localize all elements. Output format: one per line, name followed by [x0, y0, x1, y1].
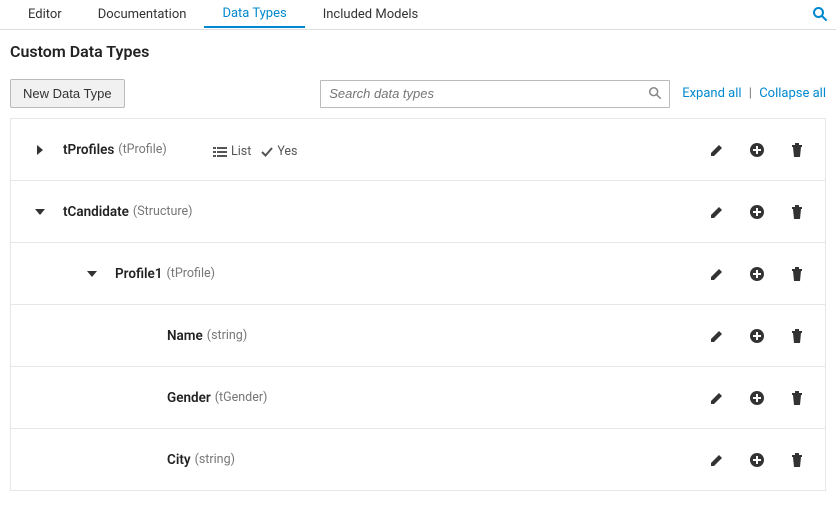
row-actions	[709, 142, 805, 158]
page-title: Custom Data Types	[10, 42, 826, 61]
edit-icon[interactable]	[709, 452, 725, 468]
type-paren: (string)	[195, 452, 235, 467]
toolbar: New Data Type Expand all | Collapse all	[10, 79, 826, 108]
delete-icon[interactable]	[789, 266, 805, 282]
row-actions	[709, 328, 805, 344]
global-search-icon[interactable]	[812, 6, 828, 22]
expand-all-link[interactable]: Expand all	[682, 86, 741, 101]
search-icon[interactable]	[648, 86, 662, 100]
data-type-row: Gender (tGender)	[11, 367, 825, 429]
tab-included-models[interactable]: Included Models	[305, 2, 437, 27]
edit-icon[interactable]	[709, 204, 725, 220]
data-type-row: City (string)	[11, 429, 825, 491]
page-body: Custom Data Types New Data Type Expand a…	[0, 30, 836, 503]
separator: |	[749, 86, 752, 101]
extra-list-label: List	[231, 144, 251, 159]
add-icon[interactable]	[749, 204, 765, 220]
type-name: tCandidate	[63, 204, 129, 220]
tab-editor[interactable]: Editor	[10, 2, 80, 27]
type-paren: (string)	[207, 328, 247, 343]
edit-icon[interactable]	[709, 328, 725, 344]
data-type-row: Profile1 (tProfile)	[11, 243, 825, 305]
add-icon[interactable]	[749, 142, 765, 158]
type-name: Gender	[167, 390, 211, 406]
expand-collapse-group: Expand all | Collapse all	[682, 86, 826, 101]
data-type-row: tCandidate (Structure)	[11, 181, 825, 243]
edit-icon[interactable]	[709, 266, 725, 282]
check-icon	[261, 146, 273, 158]
search-wrap	[320, 80, 670, 108]
add-icon[interactable]	[749, 328, 765, 344]
add-icon[interactable]	[749, 452, 765, 468]
add-icon[interactable]	[749, 390, 765, 406]
extra-yes-label: Yes	[277, 144, 297, 159]
row-actions	[709, 266, 805, 282]
type-name: Profile1	[115, 266, 163, 282]
data-type-row: tProfiles (tProfile) List Yes	[11, 119, 825, 181]
type-paren: (tProfile)	[118, 142, 166, 157]
list-icon	[213, 146, 227, 158]
data-type-table: tProfiles (tProfile) List Yes	[10, 118, 826, 491]
delete-icon[interactable]	[789, 328, 805, 344]
edit-icon[interactable]	[709, 390, 725, 406]
delete-icon[interactable]	[789, 452, 805, 468]
delete-icon[interactable]	[789, 390, 805, 406]
collapse-all-link[interactable]: Collapse all	[759, 86, 826, 101]
edit-icon[interactable]	[709, 142, 725, 158]
data-type-row: Name (string)	[11, 305, 825, 367]
type-name: tProfiles	[63, 142, 114, 158]
chevron-right-icon[interactable]	[35, 145, 63, 155]
row-actions	[709, 204, 805, 220]
row-actions	[709, 390, 805, 406]
new-data-type-button[interactable]: New Data Type	[10, 79, 125, 108]
search-input[interactable]	[320, 80, 670, 108]
tab-documentation[interactable]: Documentation	[80, 2, 205, 27]
tab-data-types[interactable]: Data Types	[204, 1, 304, 28]
type-paren: (tGender)	[215, 390, 268, 405]
delete-icon[interactable]	[789, 204, 805, 220]
type-extras: List Yes	[213, 144, 298, 159]
delete-icon[interactable]	[789, 142, 805, 158]
type-name: City	[167, 452, 191, 468]
type-paren: (tProfile)	[167, 266, 215, 281]
chevron-down-icon[interactable]	[87, 269, 115, 279]
row-actions	[709, 452, 805, 468]
add-icon[interactable]	[749, 266, 765, 282]
top-nav: Editor Documentation Data Types Included…	[0, 0, 836, 30]
type-paren: (Structure)	[133, 204, 193, 219]
chevron-down-icon[interactable]	[35, 207, 63, 217]
type-name: Name	[167, 328, 203, 344]
